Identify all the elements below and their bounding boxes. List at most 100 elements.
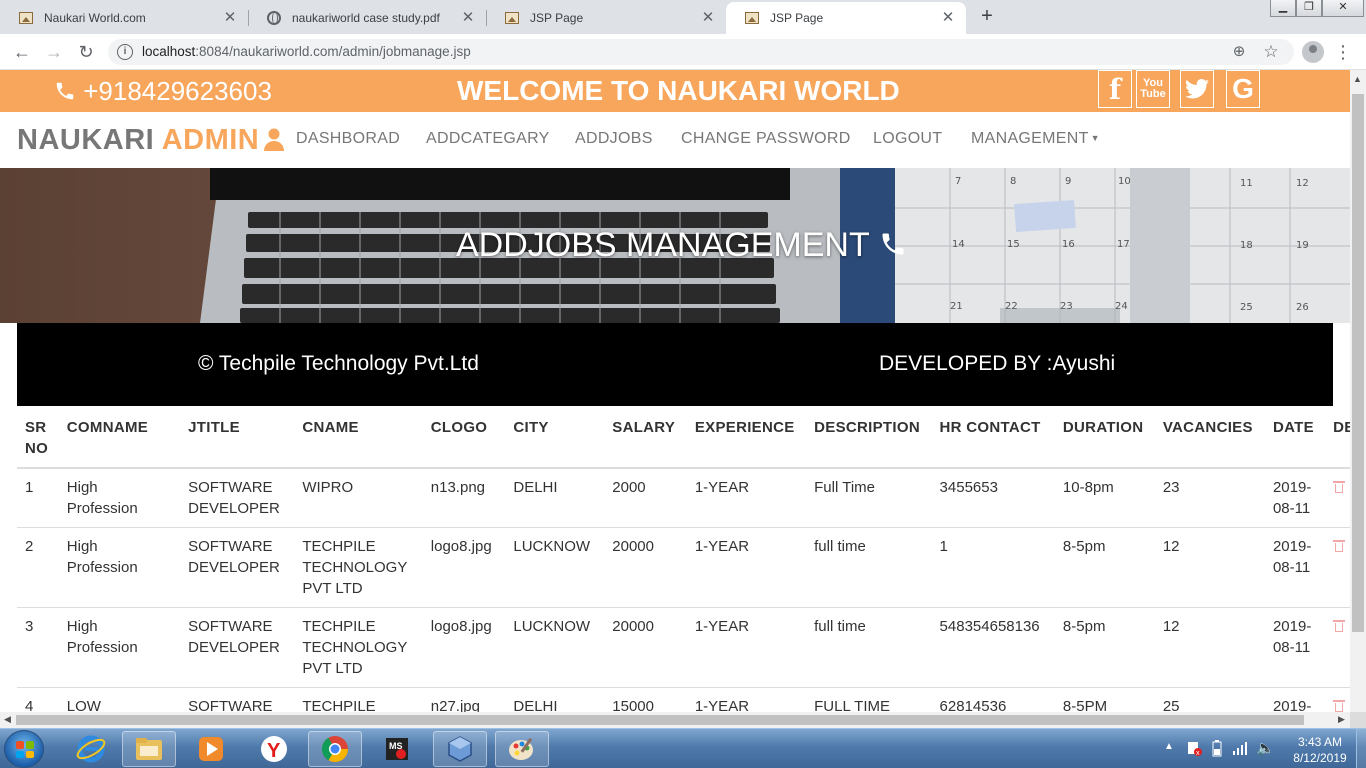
- scroll-up-icon[interactable]: ▲: [1353, 74, 1362, 84]
- brand-logo[interactable]: NAUKARI ADMIN: [17, 124, 286, 157]
- table-cell: SOFTWARE: [180, 687, 295, 712]
- table-cell: High Profession: [58, 607, 181, 688]
- vertical-scroll-thumb[interactable]: [1352, 94, 1364, 632]
- window-close-button[interactable]: ✕: [1322, 0, 1364, 17]
- nav-dashboard[interactable]: DASHBORAD: [296, 130, 400, 148]
- media-player-icon[interactable]: [184, 731, 238, 767]
- table-row: 1 High Profession SOFTWARE DEVELOPER WIPRO n…: [17, 468, 1350, 528]
- phone-icon: [879, 226, 907, 264]
- virtualbox-icon[interactable]: [433, 731, 487, 767]
- svg-text:11: 11: [1240, 178, 1253, 189]
- nav-addcategory[interactable]: ADDCATEGARY: [426, 130, 550, 148]
- scroll-left-icon[interactable]: ◀: [4, 714, 11, 725]
- close-icon[interactable]: ✕: [460, 10, 476, 26]
- show-hidden-icons[interactable]: ▲: [1164, 741, 1174, 752]
- delete-cell: [1325, 468, 1350, 528]
- vertical-scrollbar[interactable]: ▲: [1350, 70, 1366, 712]
- folder-icon[interactable]: [122, 731, 176, 767]
- table-cell: 8-5pm: [1054, 527, 1155, 608]
- bookmark-star-icon[interactable]: ☆: [1262, 43, 1280, 61]
- trash-icon[interactable]: [1333, 480, 1346, 494]
- start-button[interactable]: [4, 730, 44, 768]
- table-cell: 1: [17, 468, 59, 528]
- youtube-icon[interactable]: You Tube: [1136, 70, 1170, 108]
- svg-text:23: 23: [1060, 301, 1073, 312]
- table-cell: 1-YEAR: [686, 607, 807, 688]
- back-icon[interactable]: ←: [10, 40, 34, 64]
- minimize-button[interactable]: ▁: [1270, 0, 1296, 17]
- svg-text:18: 18: [1240, 240, 1253, 251]
- volume-icon[interactable]: 🔈: [1256, 739, 1275, 757]
- restore-button[interactable]: ❐: [1296, 0, 1322, 17]
- twitter-icon[interactable]: [1180, 70, 1214, 108]
- column-header: DESCRIPTION: [806, 406, 932, 469]
- nav-addjobs[interactable]: ADDJOBS: [575, 130, 653, 148]
- nav-change-password[interactable]: CHANGE PASSWORD: [681, 130, 851, 148]
- system-clock[interactable]: 3:43 AM 8/12/2019: [1290, 734, 1350, 766]
- browser-menu-icon[interactable]: ⋮: [1334, 40, 1352, 64]
- msaccess-icon[interactable]: MS: [370, 731, 424, 767]
- table-row: 2 High Profession SOFTWARE DEVELOPER TECHPI…: [17, 527, 1350, 608]
- paint-icon[interactable]: [495, 731, 549, 767]
- welcome-banner: WELCOME TO NAUKARI WORLD: [457, 75, 900, 106]
- tab-jsp-page-2[interactable]: JSP Page ✕: [726, 2, 966, 34]
- svg-text:10: 10: [1118, 176, 1131, 187]
- zoom-icon[interactable]: ⊕: [1230, 43, 1248, 61]
- trash-icon[interactable]: [1333, 539, 1346, 553]
- table-cell: 10-8pm: [1054, 468, 1155, 528]
- address-bar[interactable]: i localhost:8084/naukariworld.com/admin/…: [108, 39, 1294, 65]
- forward-icon[interactable]: →: [42, 40, 66, 64]
- table-cell: n27.jpg: [422, 687, 506, 712]
- trash-icon[interactable]: [1333, 619, 1346, 633]
- chrome-icon[interactable]: [308, 731, 362, 767]
- horizontal-scrollbar[interactable]: ◀ ▶: [0, 712, 1350, 728]
- nav-management-dropdown[interactable]: MANAGEMENT ▼: [971, 130, 1100, 148]
- scroll-right-icon[interactable]: ▶: [1338, 714, 1345, 725]
- network-signal-icon[interactable]: [1232, 740, 1248, 759]
- table-cell: 2000: [604, 468, 687, 528]
- svg-text:8: 8: [1010, 176, 1016, 187]
- svg-text:19: 19: [1296, 240, 1309, 251]
- tab-case-study-pdf[interactable]: naukariworld case study.pdf ✕: [248, 2, 486, 34]
- table-cell: Full Time: [806, 468, 932, 528]
- admin-navbar: NAUKARI ADMIN DASHBORAD ADDCATEGARY ADDJ…: [0, 112, 1350, 168]
- column-header: DURATION: [1054, 406, 1155, 469]
- windows-logo-icon: [16, 741, 34, 758]
- tab-naukari-world[interactable]: Naukari World.com ✕: [0, 2, 248, 34]
- scroll-corner: [1350, 712, 1366, 728]
- action-center-icon[interactable]: x: [1186, 740, 1202, 759]
- delete-cell: [1325, 687, 1350, 712]
- table-cell: 548354658136: [931, 607, 1055, 688]
- horizontal-scroll-thumb[interactable]: [16, 715, 1304, 725]
- nav-logout[interactable]: LOGOUT: [873, 130, 942, 148]
- browser-toolbar: ← → ↻ i localhost:8084/naukariworld.com/…: [0, 34, 1366, 70]
- google-icon[interactable]: G: [1226, 70, 1260, 108]
- battery-icon[interactable]: [1212, 740, 1222, 760]
- column-header: CLOGO: [422, 406, 506, 469]
- yandex-icon[interactable]: Y: [247, 731, 301, 767]
- close-icon[interactable]: ✕: [940, 10, 956, 26]
- info-icon[interactable]: i: [117, 44, 133, 60]
- jobs-table: SR NO COMNAME JTITLE CNAME CLOGO CITY SALARY EX…: [17, 406, 1350, 712]
- table-cell: n13.png: [422, 468, 506, 528]
- page-viewport: +918429623603 WELCOME TO NAUKARI WORLD f…: [0, 70, 1350, 712]
- profile-avatar[interactable]: [1302, 41, 1324, 63]
- table-cell: 20000: [604, 527, 687, 608]
- column-header: SR NO: [17, 406, 59, 469]
- facebook-icon[interactable]: f: [1098, 70, 1132, 108]
- url-text[interactable]: localhost:8084/naukariworld.com/admin/jo…: [142, 44, 471, 59]
- close-icon[interactable]: ✕: [700, 10, 716, 26]
- close-icon[interactable]: ✕: [222, 10, 238, 26]
- new-tab-button[interactable]: +: [976, 5, 998, 27]
- svg-text:Y: Y: [267, 740, 281, 762]
- ie-icon[interactable]: [64, 731, 118, 767]
- copyright-text: © Techpile Technology Pvt.Ltd: [198, 352, 479, 375]
- globe-icon: [266, 10, 282, 26]
- tab-jsp-page-1[interactable]: JSP Page ✕: [486, 2, 726, 34]
- clock-time: 3:43 AM: [1297, 735, 1343, 749]
- table-cell: 12: [1154, 607, 1265, 688]
- reload-icon[interactable]: ↻: [74, 40, 98, 64]
- show-desktop-button[interactable]: [1356, 729, 1366, 768]
- column-header: JTITLE: [180, 406, 295, 469]
- trash-icon[interactable]: [1333, 699, 1346, 712]
